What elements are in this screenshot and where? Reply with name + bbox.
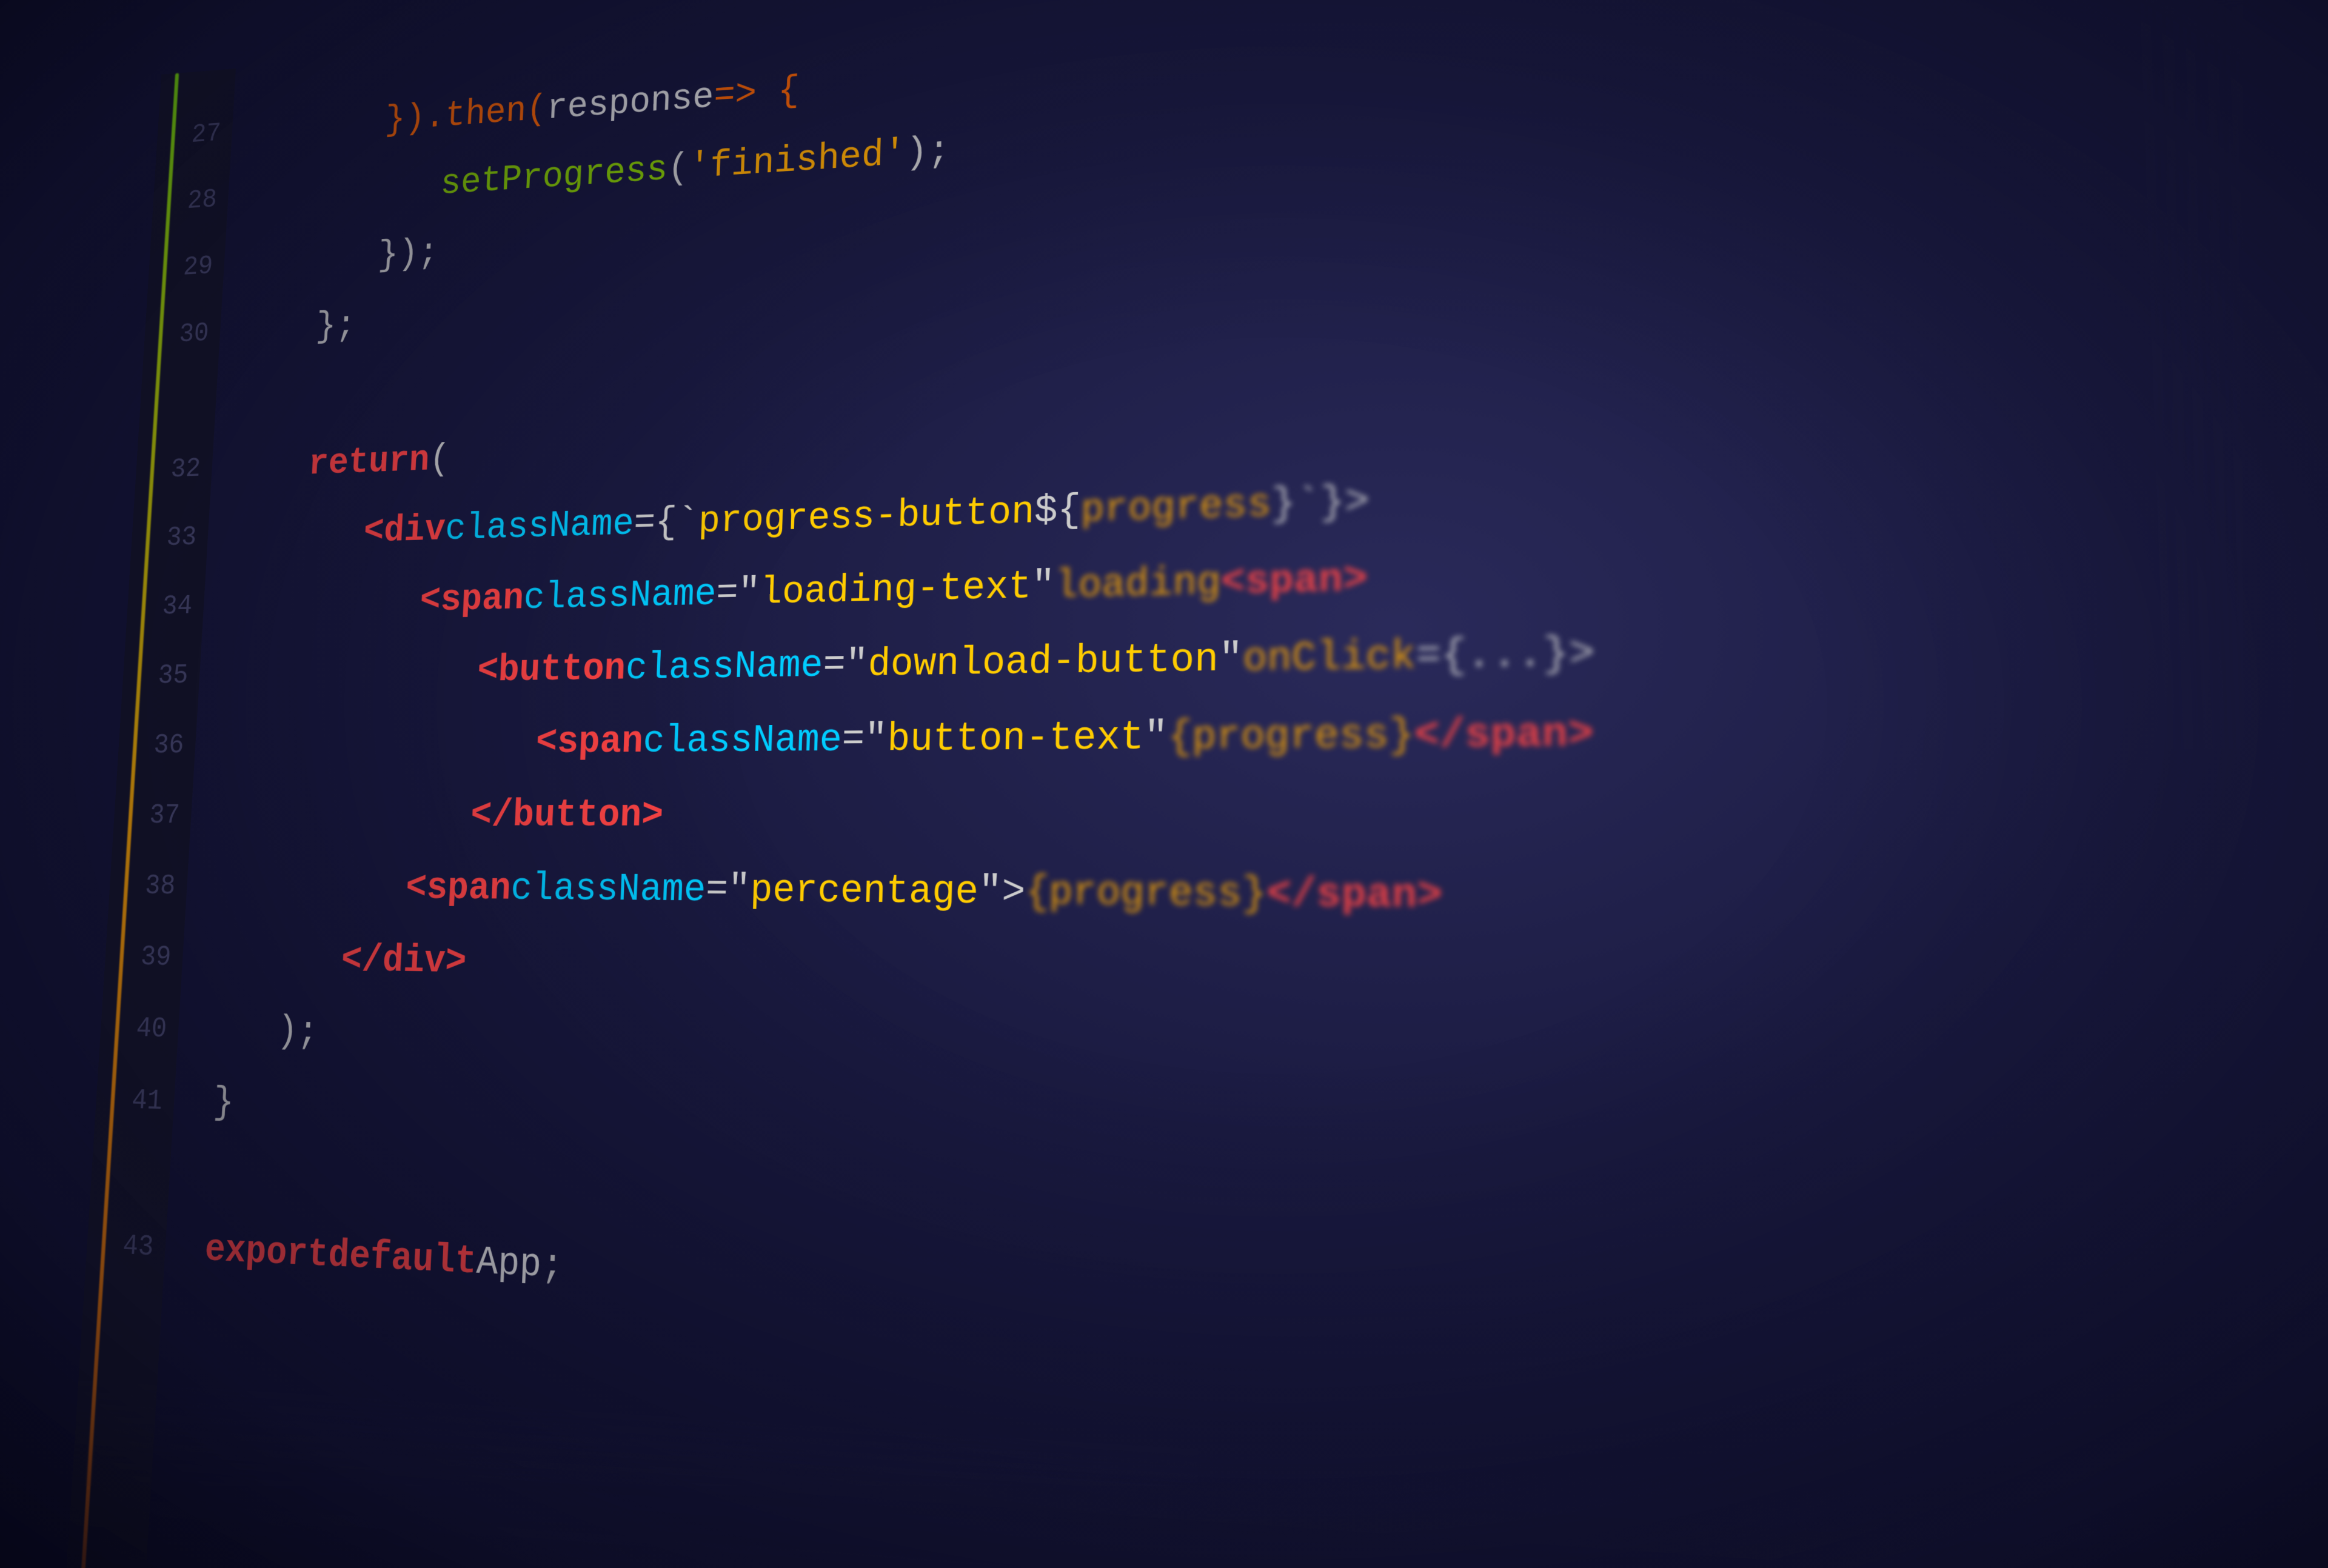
token: (	[429, 438, 451, 481]
token: });	[377, 232, 440, 276]
line-number-33: 33	[130, 502, 210, 573]
line-number-30: 30	[142, 298, 222, 369]
token: );	[276, 1010, 319, 1054]
token: <span	[419, 577, 524, 621]
token: progress	[1080, 482, 1271, 532]
token: </button>	[470, 793, 664, 838]
line-number-35: 35	[121, 640, 202, 710]
token: return	[307, 439, 430, 484]
token: loading	[1054, 560, 1221, 609]
line-number-43: 43	[85, 1207, 167, 1284]
line-number-36: 36	[116, 710, 198, 780]
token: <div	[363, 509, 446, 553]
token: default	[327, 1233, 478, 1284]
token: "	[1143, 715, 1168, 761]
token: </span>	[1266, 871, 1442, 919]
line-number-31	[138, 366, 218, 437]
line-number-39: 39	[103, 921, 185, 993]
token: loading-text	[760, 564, 1032, 615]
token: "	[1219, 636, 1243, 682]
token: ="	[715, 571, 761, 615]
token: ="	[822, 642, 868, 687]
token: 'finished'	[688, 133, 906, 188]
token: className	[444, 502, 635, 550]
token: onClick	[1243, 633, 1416, 682]
token: setProgress	[440, 148, 668, 204]
token: (	[667, 147, 689, 190]
token: ="	[841, 717, 888, 762]
code-line-37: </button>	[228, 771, 2328, 860]
token: => {	[713, 70, 800, 117]
token: ;	[540, 1243, 564, 1289]
line-number-29: 29	[147, 232, 226, 302]
token: button-text	[887, 715, 1145, 762]
token: </span>	[1414, 710, 1594, 759]
token: );	[905, 130, 951, 175]
line-number-42	[90, 1135, 172, 1211]
token: {progress}	[1025, 870, 1267, 918]
token: className	[625, 644, 824, 690]
line-number-27: 27	[155, 99, 234, 170]
token: className	[510, 867, 707, 912]
token: download-button	[868, 636, 1219, 687]
token: ={...}>	[1416, 630, 1594, 680]
line-number-40: 40	[99, 992, 181, 1065]
token: "	[1031, 564, 1055, 609]
line-number-28: 28	[151, 165, 230, 236]
token: className	[523, 572, 717, 619]
code-area: }).then(response => { setProgress('finis…	[143, 0, 2328, 1568]
screen: 27 28 29 30 32 33 34 35 36 37 38 39 40 4…	[0, 0, 2328, 1568]
token: <span>	[1220, 556, 1368, 606]
token: }	[212, 1081, 235, 1125]
line-number-34: 34	[125, 571, 206, 642]
token: };	[315, 305, 357, 347]
token: ="	[705, 868, 751, 913]
line-number-32: 32	[134, 434, 214, 505]
token: </div>	[340, 938, 467, 984]
token: ">	[978, 869, 1026, 915]
token: ={`	[633, 501, 699, 545]
token: ${	[1034, 488, 1081, 534]
token: <span	[405, 866, 512, 910]
token: }`}>	[1271, 479, 1370, 527]
line-number-38: 38	[108, 850, 189, 922]
token: {progress}	[1168, 712, 1414, 761]
token: <button	[477, 647, 626, 692]
line-number-37: 37	[112, 780, 193, 851]
token: progress-button	[698, 490, 1035, 543]
token: className	[642, 718, 842, 763]
token: <span	[535, 719, 644, 764]
token: export	[204, 1227, 330, 1277]
token: response	[546, 76, 714, 129]
token: App	[475, 1239, 542, 1288]
token: percentage	[749, 868, 978, 915]
line-number-41: 41	[94, 1063, 176, 1138]
code-container: 27 28 29 30 32 33 34 35 36 37 38 39 40 4…	[64, 0, 2328, 1568]
token: }).then(	[384, 88, 548, 141]
